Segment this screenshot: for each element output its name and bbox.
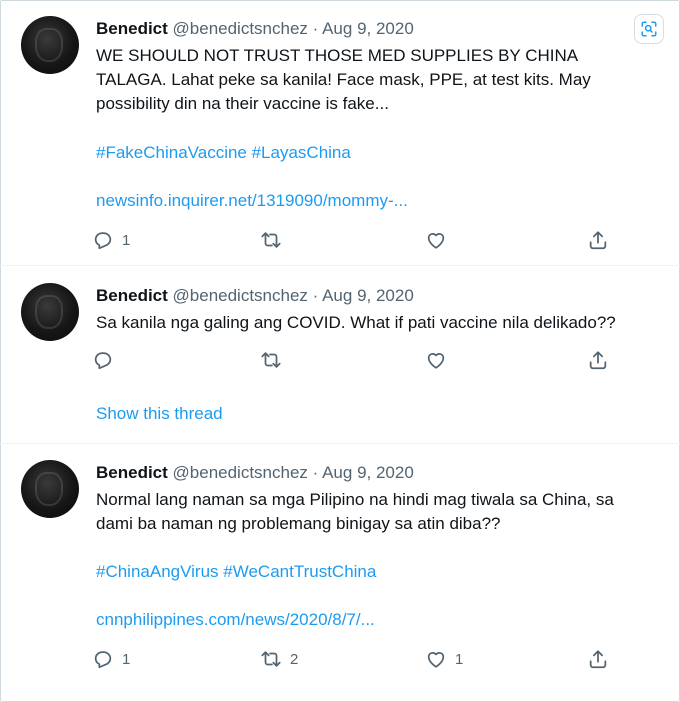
share-button[interactable] <box>587 647 609 671</box>
author-name[interactable]: Benedict <box>96 463 168 482</box>
retweet-icon <box>261 232 281 248</box>
tweet-text-line: possibility din na their vaccine is fake… <box>96 94 389 113</box>
like-button[interactable] <box>425 348 455 372</box>
tweet-text-line: Sa kanila nga galing ang COVID. What if … <box>96 313 616 332</box>
tweet-header: Benedict @benedictsnchez · Aug 9, 2020 <box>96 463 414 483</box>
reply-icon <box>94 352 112 370</box>
share-button[interactable] <box>587 348 609 372</box>
tweet-header: Benedict @benedictsnchez · Aug 9, 2020 <box>96 19 414 39</box>
share-icon <box>589 231 607 250</box>
tweet-actions: 1 2 1 <box>92 647 622 671</box>
reply-button[interactable]: 1 <box>92 228 130 252</box>
reply-button[interactable]: 1 <box>92 647 130 671</box>
tweet[interactable]: Benedict @benedictsnchez · Aug 9, 2020 W… <box>0 0 680 266</box>
tweet[interactable]: Benedict @benedictsnchez · Aug 9, 2020 N… <box>0 444 680 702</box>
reply-icon <box>94 232 112 250</box>
tweet[interactable]: Benedict @benedictsnchez · Aug 9, 2020 S… <box>0 266 680 444</box>
retweet-button[interactable]: 2 <box>260 647 298 671</box>
like-count: 1 <box>455 650 464 668</box>
author-name[interactable]: Benedict <box>96 286 168 305</box>
avatar[interactable] <box>21 460 79 518</box>
heart-icon <box>427 353 445 369</box>
url-link[interactable]: newsinfo.inquirer.net/1319090/mommy-... <box>96 191 408 211</box>
retweet-icon <box>261 651 281 667</box>
author-handle-date[interactable]: @benedictsnchez · Aug 9, 2020 <box>173 19 414 38</box>
avatar[interactable] <box>21 283 79 341</box>
like-button[interactable]: 1 <box>425 647 463 671</box>
tweet-text: WE SHOULD NOT TRUST THOSE MED SUPPLIES B… <box>96 44 636 116</box>
reply-button[interactable] <box>92 348 122 372</box>
tweet-text: Normal lang naman sa mga Pilipino na hin… <box>96 488 636 536</box>
retweet-count: 2 <box>290 650 299 668</box>
tweet-text-line: Normal lang naman sa mga Pilipino na hin… <box>96 490 614 509</box>
tweet-header: Benedict @benedictsnchez · Aug 9, 2020 <box>96 286 414 306</box>
share-icon <box>589 650 607 669</box>
heart-icon <box>427 233 445 249</box>
heart-icon <box>427 652 445 668</box>
author-handle-date[interactable]: @benedictsnchez · Aug 9, 2020 <box>173 286 414 305</box>
tweet-actions: 1 <box>92 228 622 252</box>
tweet-text: Sa kanila nga galing ang COVID. What if … <box>96 311 636 335</box>
tweet-text-line: TALAGA. Lahat peke sa kanila! Face mask,… <box>96 70 591 89</box>
like-button[interactable] <box>425 228 455 252</box>
tweet-text-line: WE SHOULD NOT TRUST THOSE MED SUPPLIES B… <box>96 46 579 65</box>
show-thread-link[interactable]: Show this thread <box>96 404 223 424</box>
author-handle-date[interactable]: @benedictsnchez · Aug 9, 2020 <box>173 463 414 482</box>
tweet-actions <box>92 348 622 372</box>
avatar[interactable] <box>21 16 79 74</box>
share-button[interactable] <box>587 228 609 252</box>
hashtags-link[interactable]: #FakeChinaVaccine #LayasChina <box>96 143 351 163</box>
tweet-text-line: dami ba naman ng problemang binigay sa a… <box>96 514 501 533</box>
share-icon <box>589 351 607 370</box>
retweet-button[interactable] <box>260 348 290 372</box>
reply-count: 1 <box>122 231 131 249</box>
reply-icon <box>94 651 112 669</box>
url-link[interactable]: cnnphilippines.com/news/2020/8/7/... <box>96 610 375 630</box>
reply-count: 1 <box>122 650 131 668</box>
author-name[interactable]: Benedict <box>96 19 168 38</box>
retweet-button[interactable] <box>260 228 290 252</box>
hashtags-link[interactable]: #ChinaAngVirus #WeCantTrustChina <box>96 562 376 582</box>
retweet-icon <box>261 352 281 368</box>
